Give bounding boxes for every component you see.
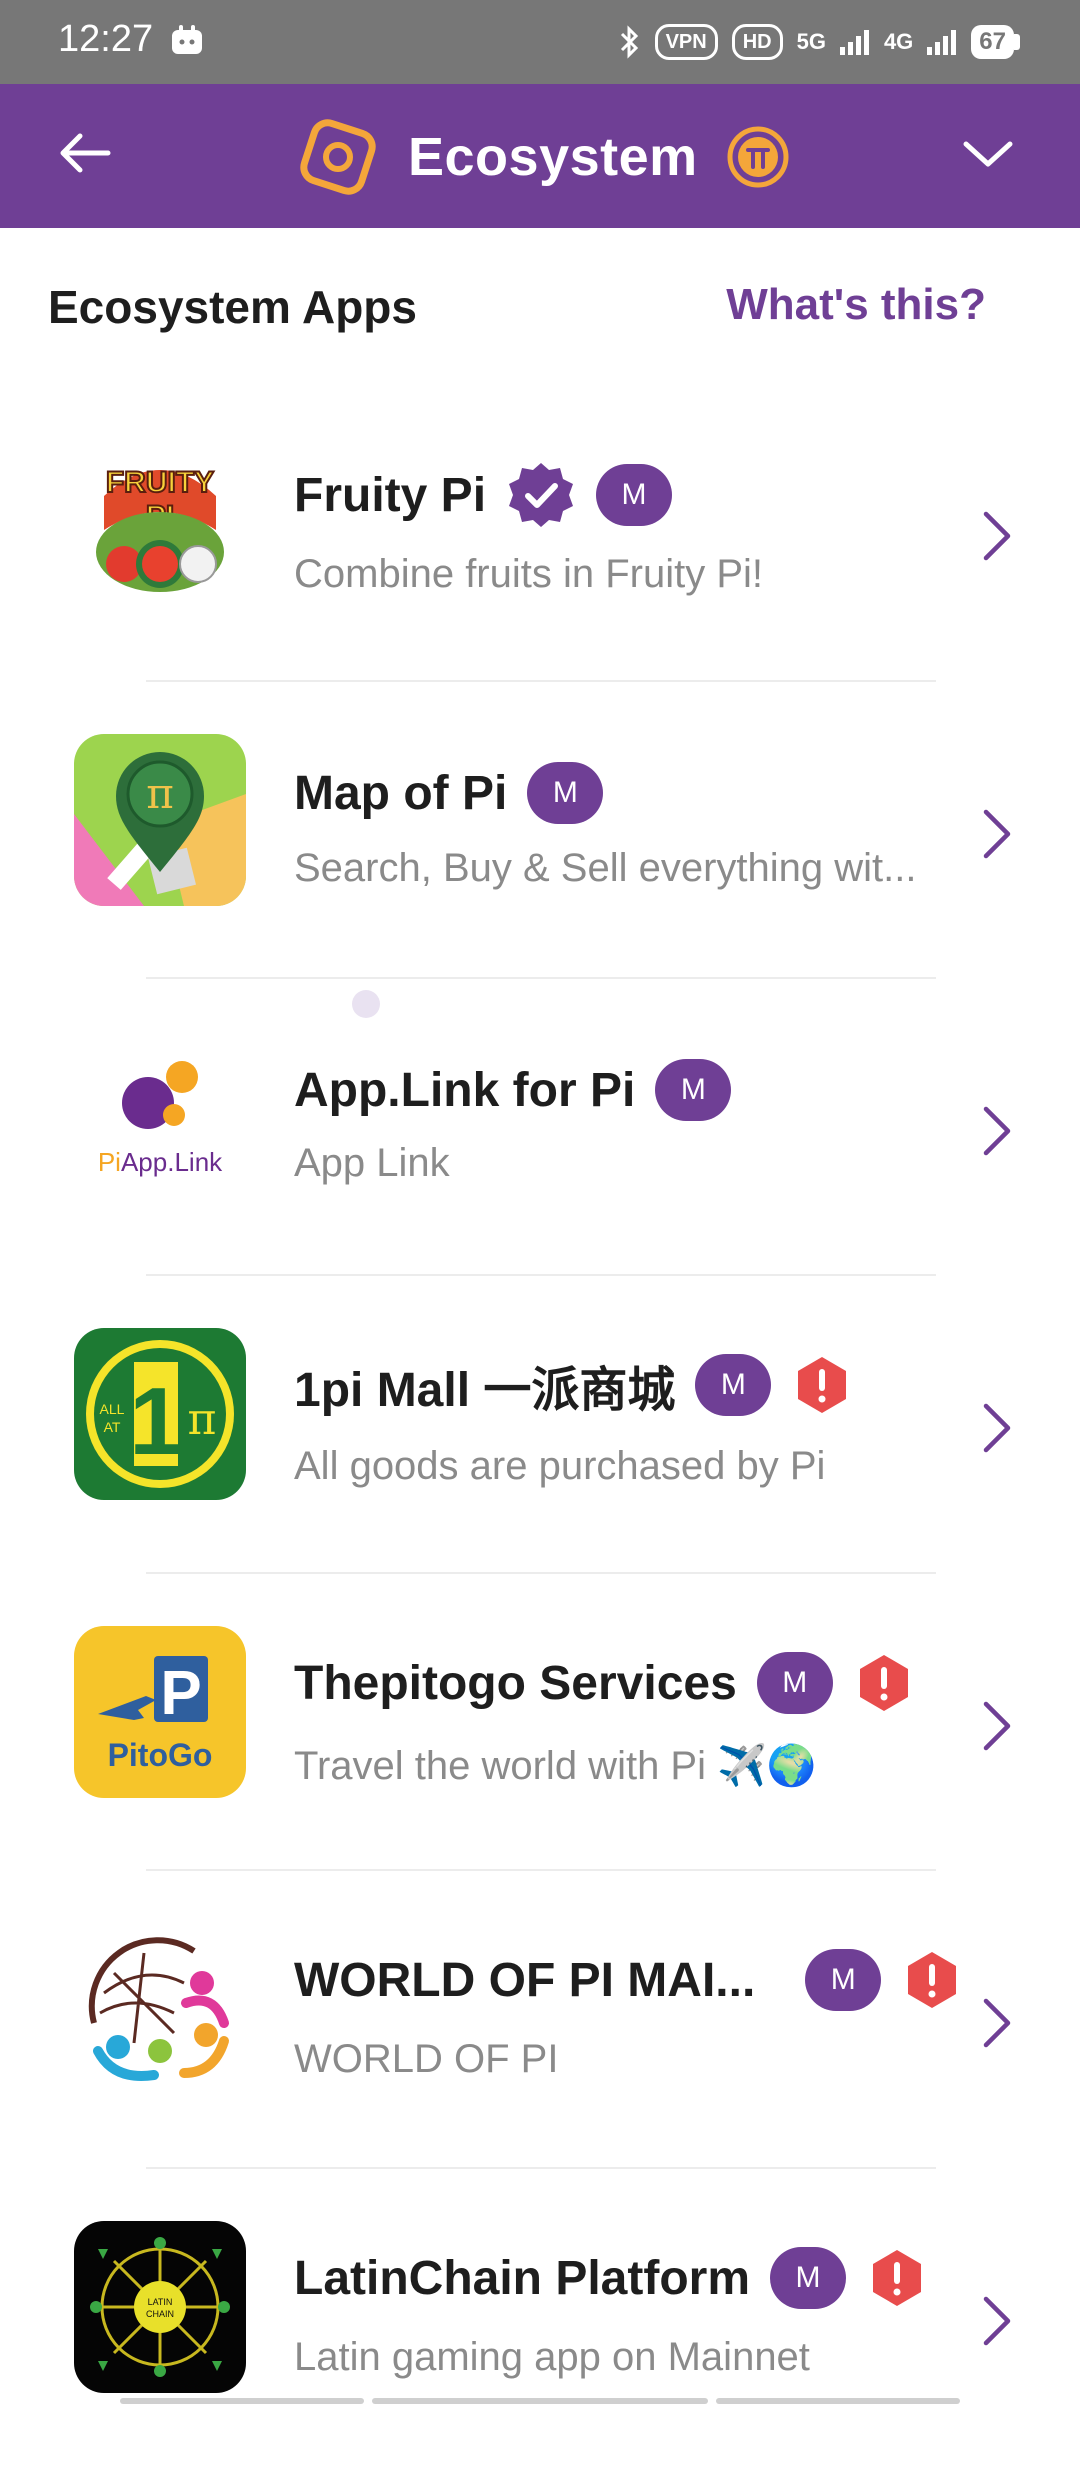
gesture-bar-right bbox=[716, 2398, 960, 2404]
app-description: WORLD OF PI bbox=[294, 2037, 559, 2081]
app-name-row: Thepitogo Services M bbox=[294, 1648, 915, 1718]
app-name-row: WORLD OF PI MAI... M bbox=[294, 1945, 963, 2015]
ecosystem-logo-icon bbox=[300, 119, 376, 195]
alert-icon bbox=[798, 1357, 847, 1413]
mainnet-badge: M bbox=[770, 2247, 847, 2309]
mainnet-badge: M bbox=[756, 1652, 833, 1714]
signal-icon bbox=[839, 30, 869, 55]
icon-text-applink: App.Link bbox=[121, 1147, 223, 1177]
alert-icon bbox=[859, 1655, 908, 1711]
hd-badge: HD bbox=[731, 24, 783, 60]
chevron-right-icon bbox=[983, 1701, 1011, 1751]
app-name-row: App.Link for Pi M bbox=[294, 1055, 732, 1125]
chevron-right-icon bbox=[983, 511, 1011, 561]
icon-text-pi: Pi bbox=[98, 1147, 121, 1177]
app-description: Search, Buy & Sell everything wit... bbox=[294, 846, 917, 890]
fruity-pi-app-icon: FRUITY PI bbox=[74, 434, 246, 606]
svg-text:LATIN: LATIN bbox=[148, 2297, 173, 2307]
mainnet-badge: M bbox=[596, 464, 673, 526]
section-title: Ecosystem Apps bbox=[48, 281, 417, 333]
app-name: Fruity Pi bbox=[294, 468, 487, 522]
svg-text:ALL: ALL bbox=[100, 1401, 125, 1417]
whats-this-link[interactable]: What's this? bbox=[726, 280, 986, 330]
1pi-mall-app-icon: ALL AT 1 π bbox=[74, 1328, 246, 1500]
signal-icon-2 bbox=[927, 30, 957, 55]
mainnet-badge: M bbox=[655, 1059, 732, 1121]
chevron-down-icon[interactable] bbox=[958, 124, 1018, 184]
chevron-right-icon bbox=[983, 2296, 1011, 2346]
app-header: Ecosystem bbox=[0, 84, 1080, 228]
app-name: App.Link for Pi bbox=[294, 1063, 636, 1117]
mainnet-badge: M bbox=[527, 762, 604, 824]
chevron-right-icon bbox=[983, 1403, 1011, 1453]
app-description: Travel the world with Pi ✈️🌍 bbox=[294, 1744, 817, 1788]
chevron-right-icon bbox=[983, 1998, 1011, 2048]
app-item-thepitogo[interactable]: P PitoGo Thepitogo Services M Travel the… bbox=[0, 1574, 1080, 1870]
app-name-row: Fruity Pi M bbox=[294, 460, 673, 530]
app-name-row: LatinChain Platform M bbox=[294, 2243, 928, 2313]
app-item-world-of-pi[interactable]: WORLD OF PI MAI... M WORLD OF PI bbox=[0, 1871, 1080, 2167]
app-item-fruity-pi[interactable]: FRUITY PI Fruity Pi M Combine fruits in … bbox=[0, 382, 1080, 678]
notification-app-icon bbox=[172, 25, 202, 54]
network-5g-label: 5G bbox=[796, 29, 826, 54]
icon-text-pitogo: PitoGo bbox=[108, 1737, 213, 1773]
gesture-bar-center bbox=[372, 2398, 708, 2404]
verified-badge-icon bbox=[509, 463, 574, 527]
svg-text:P: P bbox=[160, 1659, 201, 1728]
gesture-bar-left bbox=[120, 2398, 364, 2404]
svg-text:π: π bbox=[146, 769, 174, 818]
app-name: LatinChain Platform bbox=[294, 2251, 751, 2305]
svg-text:FRUITY: FRUITY bbox=[106, 466, 214, 499]
app-item-app-link[interactable]: PiApp.Link App.Link for Pi M App Link bbox=[0, 979, 1080, 1275]
app-item-map-of-pi[interactable]: π Map of Pi M Search, Buy & Sell everyth… bbox=[0, 682, 1080, 978]
app-name: Map of Pi bbox=[294, 766, 508, 820]
header-title-group: Ecosystem bbox=[296, 104, 790, 210]
page-title: Ecosystem bbox=[408, 127, 698, 187]
map-of-pi-app-icon: π bbox=[74, 734, 246, 906]
app-name: WORLD OF PI MAI... bbox=[294, 1953, 756, 2007]
alert-icon bbox=[873, 2250, 922, 2306]
chevron-right-icon bbox=[983, 809, 1011, 859]
app-name: Thepitogo Services bbox=[294, 1656, 737, 1710]
alert-icon bbox=[908, 1952, 957, 2008]
svg-text:AT: AT bbox=[104, 1419, 121, 1435]
app-description: Combine fruits in Fruity Pi! bbox=[294, 552, 764, 596]
mainnet-badge: M bbox=[695, 1354, 772, 1416]
icon-text-1: 1 bbox=[129, 1368, 182, 1475]
vpn-badge: VPN bbox=[654, 24, 718, 60]
app-name-row: Map of Pi M bbox=[294, 758, 604, 828]
back-arrow-icon[interactable] bbox=[52, 120, 118, 186]
mainnet-badge: M bbox=[805, 1949, 882, 2011]
bluetooth-icon bbox=[620, 25, 638, 59]
section-header: Ecosystem Apps What's this? bbox=[0, 228, 1080, 378]
app-name-row: 1pi Mall 一派商城 M bbox=[294, 1350, 853, 1420]
app-description: App Link bbox=[294, 1141, 450, 1185]
status-bar: 12:27 VPN HD 5G 4G 67 bbox=[0, 0, 1080, 84]
battery-level: 67 bbox=[971, 25, 1014, 59]
pitogo-app-icon: P PitoGo bbox=[74, 1626, 246, 1798]
world-of-pi-app-icon bbox=[74, 1923, 246, 2095]
app-name: 1pi Mall 一派商城 bbox=[294, 1364, 676, 1417]
status-time: 12:27 bbox=[58, 18, 154, 60]
app-link-app-icon: PiApp.Link bbox=[74, 1031, 246, 1203]
app-description: Latin gaming app on Mainnet bbox=[294, 2335, 810, 2379]
app-item-latinchain[interactable]: LATIN CHAIN LatinChain Platform M Latin … bbox=[0, 2169, 1080, 2465]
network-4g-label: 4G bbox=[883, 29, 914, 54]
app-item-1pi-mall[interactable]: ALL AT 1 π 1pi Mall 一派商城 M All goods are… bbox=[0, 1276, 1080, 1572]
app-description: All goods are purchased by Pi bbox=[294, 1444, 826, 1488]
status-indicators: VPN HD 5G 4G 67 bbox=[619, 20, 1020, 64]
svg-text:CHAIN: CHAIN bbox=[146, 2309, 174, 2319]
svg-text:π: π bbox=[188, 1394, 217, 1445]
chevron-right-icon bbox=[983, 1106, 1011, 1156]
svg-text:PiApp.Link: PiApp.Link bbox=[98, 1147, 223, 1177]
latinchain-app-icon: LATIN CHAIN bbox=[74, 2221, 246, 2393]
pi-coin-icon bbox=[727, 126, 789, 188]
battery-icon: 67 bbox=[971, 25, 1020, 59]
